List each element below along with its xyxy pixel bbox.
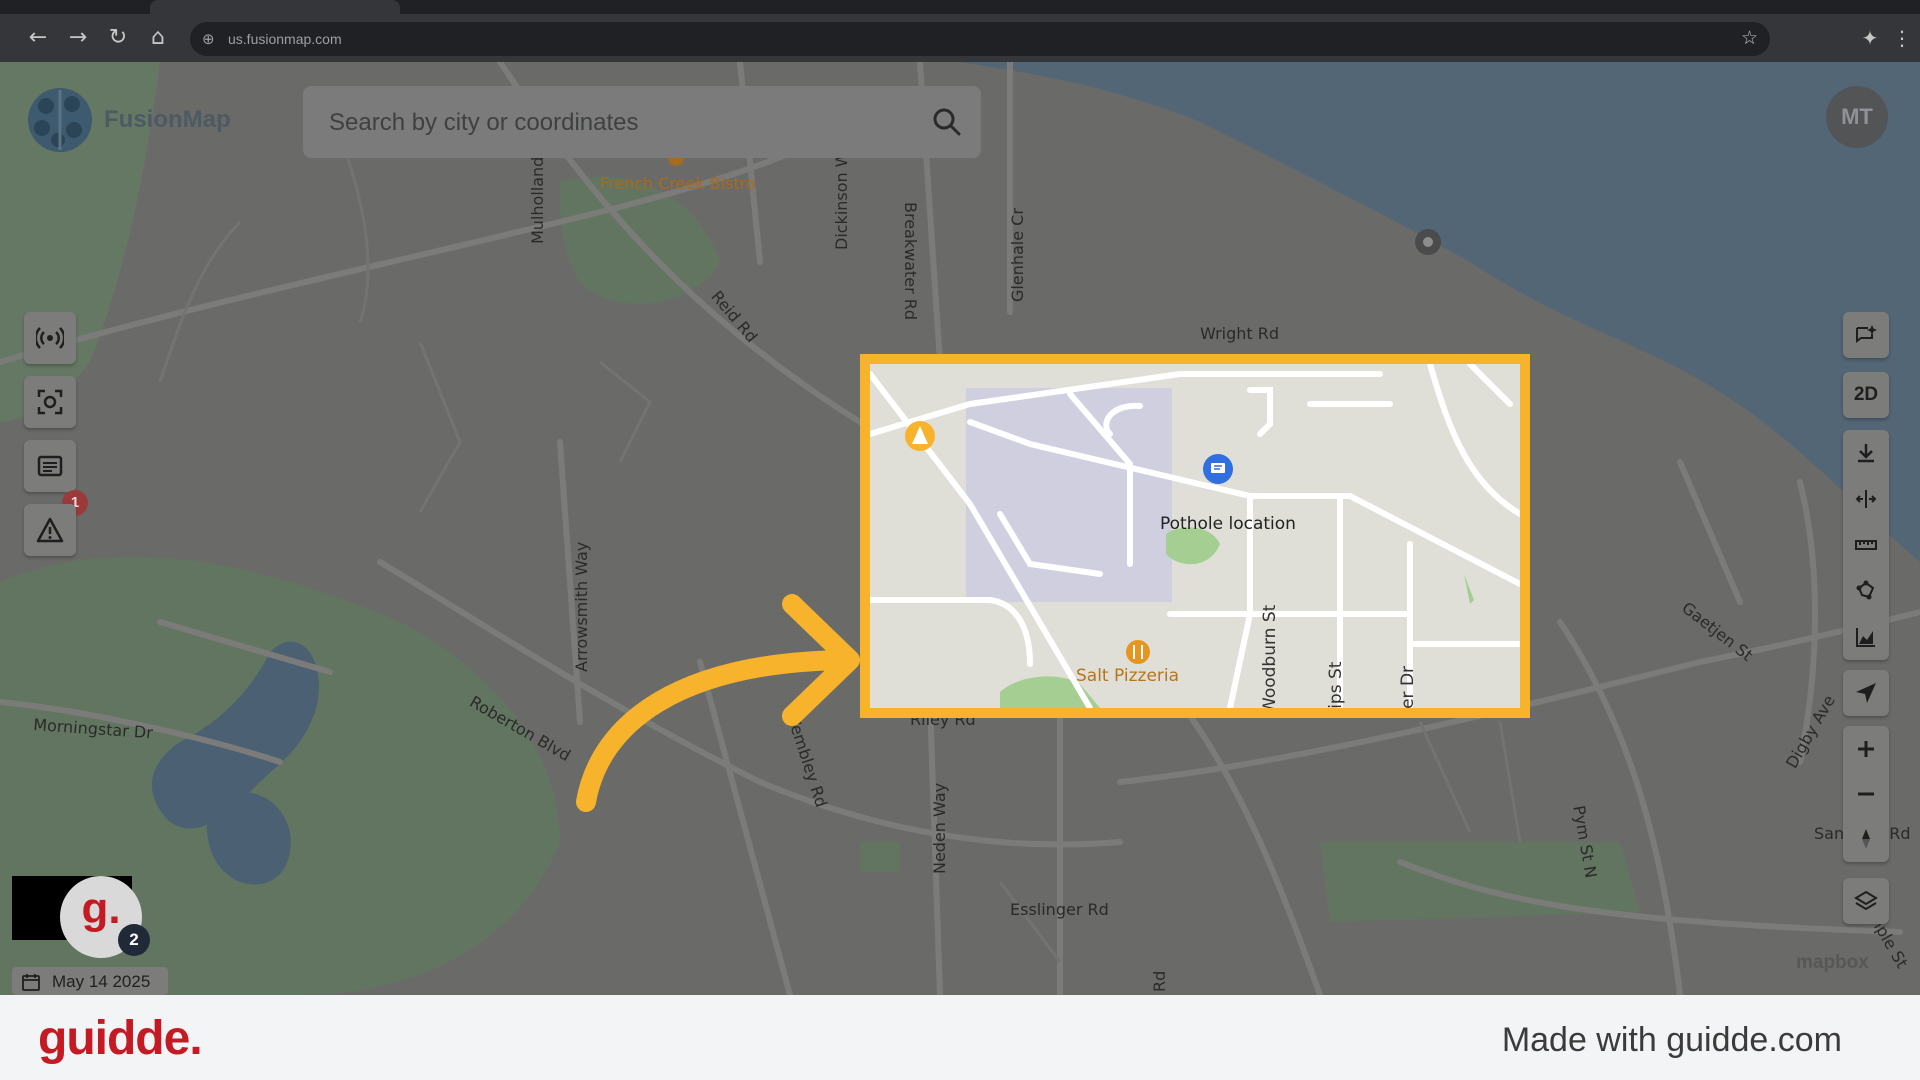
- search-input[interactable]: [327, 104, 911, 142]
- logo-text: FusionMap: [104, 106, 231, 133]
- map-canvas[interactable]: French Creek Bistro Mulholland Dr Dickin…: [0, 62, 1920, 995]
- back-icon[interactable]: ←: [24, 24, 52, 52]
- ai-assist-button[interactable]: [1843, 312, 1889, 358]
- calendar-icon: [22, 974, 40, 991]
- draw-polygon-button[interactable]: [1843, 568, 1889, 614]
- address-bar[interactable]: ⊕ us.fusionmap.com ☆: [190, 22, 1770, 56]
- guidde-count-badge: 2: [118, 924, 150, 956]
- zoom-in-button[interactable]: [1843, 726, 1889, 772]
- mapbox-attribution[interactable]: mapbox: [1796, 952, 1869, 974]
- broadcast-button[interactable]: [24, 312, 76, 364]
- minus-icon: [1858, 792, 1874, 796]
- reload-icon[interactable]: ↻: [104, 24, 132, 52]
- street-woodburn: Woodburn St: [1260, 604, 1280, 714]
- zoom-out-button[interactable]: [1843, 771, 1889, 817]
- elevation-button[interactable]: [1843, 614, 1889, 660]
- area-chart-icon: [1856, 628, 1875, 647]
- extensions-icon[interactable]: ✦: [1858, 24, 1882, 52]
- measure-button[interactable]: [1843, 522, 1889, 568]
- broadcast-icon: [36, 327, 64, 349]
- view-2d-toggle[interactable]: 2D: [1843, 372, 1889, 418]
- street-esslinger: Esslinger Rd: [1010, 900, 1109, 919]
- guidde-logo[interactable]: guidde.: [38, 1011, 203, 1066]
- street-phillips: Phillips St: [1326, 661, 1346, 718]
- street-foster: Foster Dr: [1398, 665, 1418, 718]
- plus-icon: [1858, 741, 1874, 757]
- download-icon: [1858, 444, 1874, 463]
- scan-button[interactable]: [24, 376, 76, 428]
- highlight-zoom-box: Pothole location Salt Pizzeria Woodburn …: [860, 354, 1530, 718]
- street-neden: Neden Way: [930, 782, 949, 874]
- made-with-text[interactable]: Made with guidde.com: [1502, 1021, 1842, 1060]
- browser-menu-icon[interactable]: ⋮: [1892, 24, 1912, 52]
- message-icon: [37, 455, 63, 477]
- search-icon[interactable]: [931, 106, 963, 138]
- search-bar[interactable]: [303, 86, 981, 158]
- browser-chrome: ← → ↻ ⌂ ⊕ us.fusionmap.com ☆ ✦ ⋮: [0, 0, 1920, 62]
- layers-button[interactable]: [1843, 878, 1889, 924]
- zoom-group: [1843, 726, 1889, 862]
- tab-strip: [0, 0, 1920, 14]
- split-arrows-icon: [1855, 490, 1877, 508]
- alerts-button[interactable]: [24, 504, 76, 556]
- street-glenhale: Glenhale Cr: [1008, 208, 1027, 302]
- tools-group: [1843, 430, 1889, 660]
- scan-target-icon: [37, 389, 63, 415]
- user-avatar[interactable]: MT: [1826, 86, 1888, 148]
- brain-logo-icon: [28, 88, 92, 152]
- street-breakwater: Breakwater Rd: [901, 202, 920, 321]
- fusionmap-logo[interactable]: FusionMap: [24, 84, 244, 156]
- compass-icon: [1862, 829, 1870, 849]
- polygon-icon: [1856, 580, 1875, 600]
- download-button[interactable]: [1843, 430, 1889, 476]
- compass-button[interactable]: [1843, 816, 1889, 862]
- home-icon[interactable]: ⌂: [144, 24, 172, 52]
- annotation-arrow: [576, 594, 860, 812]
- layers-icon: [1854, 890, 1878, 911]
- messages-button[interactable]: [24, 440, 76, 492]
- poi-french-creek-bistro[interactable]: French Creek Bistro: [600, 174, 756, 193]
- chat-sparkle-icon: [1856, 325, 1877, 343]
- split-view-button[interactable]: [1843, 476, 1889, 522]
- site-info-icon[interactable]: ⊕: [202, 30, 215, 48]
- street-rd-bottom: Rd: [1150, 970, 1169, 992]
- highlight-map-detail: [870, 364, 1520, 708]
- navigation-arrow-icon: [1856, 683, 1876, 703]
- date-selector[interactable]: May 14 2025: [12, 967, 168, 995]
- locate-me-button[interactable]: [1843, 670, 1889, 716]
- guidde-footer: guidde. Made with guidde.com: [0, 995, 1920, 1080]
- street-dickinson: Dickinson W: [832, 151, 851, 250]
- bookmark-star-icon[interactable]: ☆: [1741, 27, 1758, 49]
- url-text[interactable]: us.fusionmap.com: [228, 31, 342, 47]
- forward-icon[interactable]: →: [64, 24, 92, 52]
- warning-icon: [36, 517, 64, 543]
- date-text: May 14 2025: [52, 972, 151, 991]
- pothole-location-label[interactable]: Pothole location: [1160, 514, 1296, 534]
- street-wright: Wright Rd: [1200, 324, 1280, 343]
- ruler-icon: [1855, 540, 1877, 550]
- active-tab[interactable]: [150, 0, 400, 14]
- salt-pizzeria-label[interactable]: Salt Pizzeria: [1076, 666, 1179, 686]
